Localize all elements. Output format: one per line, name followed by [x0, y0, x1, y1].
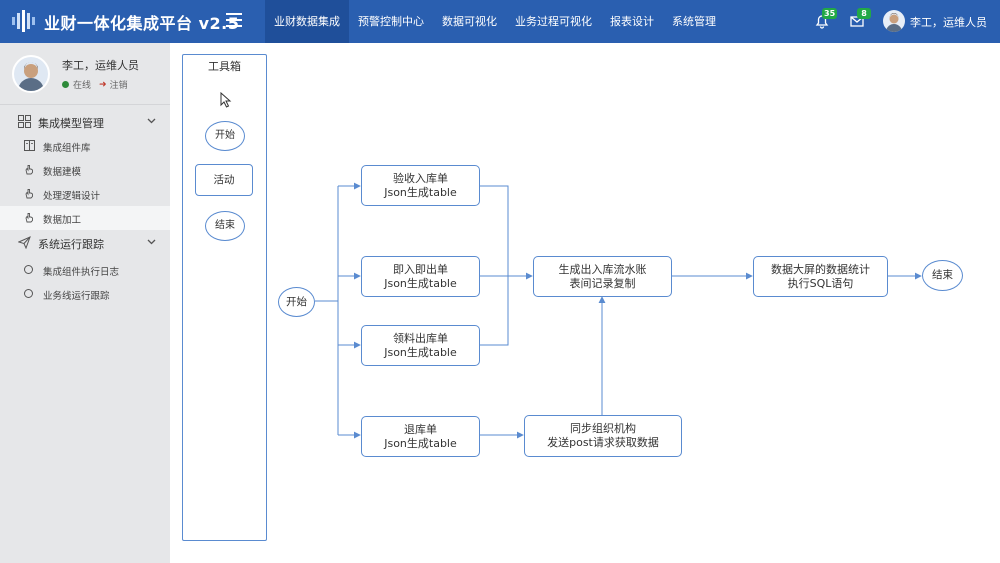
tool-end[interactable]: 结束	[205, 211, 245, 241]
node-line: Json生成table	[384, 345, 457, 359]
sidebar-item-label: 集成组件执行日志	[43, 267, 120, 278]
nav-item-warning-center[interactable]: 预警控制中心	[349, 0, 433, 43]
node-line: Json生成table	[384, 276, 457, 290]
pointer-cursor-icon[interactable]	[220, 92, 232, 108]
online-dot-icon	[62, 81, 69, 88]
avatar[interactable]	[883, 10, 905, 32]
flow-node-return[interactable]: 退库单 Json生成table	[361, 416, 480, 457]
node-line: 同步组织机构	[570, 422, 636, 435]
sidebar-item-label: 处理逻辑设计	[43, 191, 101, 202]
node-line: 退库单	[404, 422, 437, 436]
sidebar-item-data-modeling[interactable]: 数据建模	[0, 158, 170, 182]
sidebar-divider	[0, 104, 170, 105]
logout-link[interactable]: 注销	[110, 78, 128, 91]
sidebar-item-logic-design[interactable]: 处理逻辑设计	[0, 182, 170, 206]
nav-item-system-management[interactable]: 系统管理	[663, 0, 725, 43]
circle-icon	[24, 289, 33, 298]
tool-start[interactable]: 开始	[205, 121, 245, 151]
flow-node-instant[interactable]: 即入即出单 Json生成table	[361, 256, 480, 297]
sidebar-item-business-tracking[interactable]: 业务线运行跟踪	[0, 282, 170, 306]
node-line: 即入即出单	[393, 262, 448, 276]
edge-receipt-merge	[480, 185, 509, 276]
node-line: Json生成table	[384, 185, 457, 199]
sidebar: 李工，运维人员 在线 ➜ 注销 集成模型管理 集成组件库 数据建模 处理逻辑设计…	[0, 43, 170, 563]
chevron-down-icon	[147, 239, 156, 245]
sidebar-item-component-library[interactable]: 集成组件库	[0, 134, 170, 158]
sidebar-group-run-tracking[interactable]: 系统运行跟踪	[0, 231, 170, 255]
node-line: Json生成table	[384, 436, 457, 450]
notification-button[interactable]: 35	[814, 8, 838, 29]
nav-item-report-design[interactable]: 报表设计	[601, 0, 663, 43]
flow-node-material[interactable]: 领料出库单 Json生成table	[361, 325, 480, 366]
flow-node-receipt[interactable]: 验收入库单 Json生成table	[361, 165, 480, 206]
flow-node-ledger[interactable]: 生成出入库流水账 表间记录复制	[533, 256, 672, 297]
edge-material-merge	[480, 276, 509, 346]
grid-icon	[18, 115, 31, 128]
profile-avatar	[12, 55, 50, 93]
circle-icon	[24, 265, 33, 274]
hand-icon	[25, 189, 33, 199]
sidebar-item-label: 数据加工	[43, 215, 82, 226]
node-line: 执行SQL语句	[787, 276, 854, 290]
user-profile: 李工，运维人员 在线 ➜ 注销	[0, 43, 170, 104]
chevron-down-icon	[147, 118, 156, 124]
mail-badge: 8	[857, 8, 871, 19]
flow-start-node[interactable]: 开始	[278, 287, 315, 317]
top-header: 业财一体化集成平台 v2.5 业财数据集成 预警控制中心 数据可视化 业务过程可…	[0, 0, 1000, 43]
profile-status: 在线 ➜ 注销	[62, 78, 128, 91]
nav-item-data-integration[interactable]: 业财数据集成	[265, 0, 349, 43]
node-line: 发送post请求获取数据	[547, 436, 659, 449]
sidebar-group-label: 系统运行跟踪	[38, 238, 104, 251]
sidebar-item-label: 业务线运行跟踪	[43, 291, 110, 302]
top-nav: 业财数据集成 预警控制中心 数据可视化 业务过程可视化 报表设计 系统管理	[265, 0, 725, 43]
sidebar-item-execution-log[interactable]: 集成组件执行日志	[0, 258, 170, 282]
toolbox-title: 工具箱	[208, 60, 241, 73]
profile-name: 李工，运维人员	[62, 59, 139, 72]
sidebar-item-label: 数据建模	[43, 167, 82, 178]
flow-node-screen[interactable]: 数据大屏的数据统计 执行SQL语句	[753, 256, 888, 297]
tool-activity[interactable]: 活动	[195, 164, 253, 196]
nav-item-data-visualization[interactable]: 数据可视化	[433, 0, 506, 43]
toolbox-panel: 工具箱 开始 活动 结束	[182, 54, 267, 541]
node-line: 表间记录复制	[569, 276, 636, 290]
flow-end-node[interactable]: 结束	[922, 260, 963, 291]
node-line: 生成出入库流水账	[558, 262, 647, 276]
node-line: 领料出库单	[393, 331, 448, 345]
menu-icon[interactable]	[226, 13, 242, 27]
nav-item-process-visualization[interactable]: 业务过程可视化	[506, 0, 601, 43]
hand-icon	[25, 165, 33, 175]
logout-icon: ➜	[99, 79, 107, 90]
flow-designer-canvas[interactable]: 工具箱 开始 活动 结束 开始 验收入库单 Json生成table 即入即出单 …	[170, 43, 1000, 563]
flow-node-sync[interactable]: 同步组织机构 发送post请求获取数据	[524, 415, 682, 457]
header-user-name[interactable]: 李工，运维人员	[910, 14, 987, 30]
node-line: 数据大屏的数据统计	[771, 262, 870, 276]
app-title: 业财一体化集成平台 v2.5	[44, 14, 240, 33]
book-icon	[24, 140, 35, 151]
online-status: 在线	[73, 81, 92, 91]
sidebar-group-model-management[interactable]: 集成模型管理	[0, 110, 170, 134]
sidebar-group-label: 集成模型管理	[38, 117, 104, 130]
notification-badge: 35	[822, 8, 838, 19]
sidebar-item-label: 集成组件库	[43, 143, 91, 154]
sidebar-item-data-processing[interactable]: 数据加工	[0, 206, 170, 230]
node-line: 验收入库单	[393, 171, 448, 185]
send-icon	[18, 236, 31, 249]
logo-icon	[12, 10, 35, 32]
hand-icon	[25, 213, 33, 223]
mail-button[interactable]: 8	[849, 8, 871, 29]
